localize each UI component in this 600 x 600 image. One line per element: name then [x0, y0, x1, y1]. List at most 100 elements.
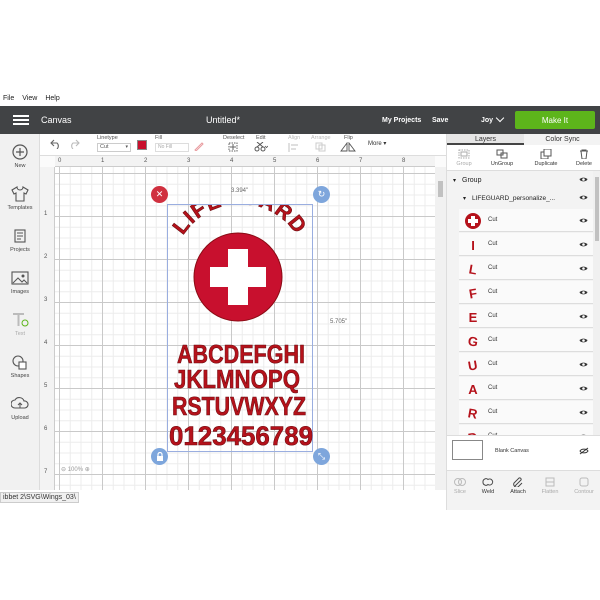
left-sidebar: New Templates Projects Images Text Shape… — [0, 134, 40, 510]
more-button[interactable]: More ▾ — [368, 140, 386, 147]
ruler-tick-label: 1 — [101, 158, 105, 164]
eye-icon[interactable] — [579, 194, 588, 203]
layer-glyph: F — [467, 284, 479, 302]
sidebar-item-images[interactable]: Images — [0, 270, 40, 295]
flatten-button[interactable]: Flatten — [539, 477, 561, 495]
eye-icon[interactable] — [579, 289, 588, 298]
eye-icon[interactable] — [579, 385, 588, 394]
scissors-icon[interactable] — [254, 142, 268, 152]
flip-icon[interactable] — [340, 142, 356, 152]
zoom-control[interactable]: ⊖ 100% ⊕ — [61, 466, 90, 473]
layer-glyph: R — [467, 404, 479, 422]
layer-group-row[interactable]: ▾ Group — [447, 173, 593, 188]
eye-icon[interactable] — [579, 176, 588, 185]
layer-row[interactable]: G Cut — [459, 329, 593, 352]
make-it-button[interactable]: Make It — [515, 111, 595, 129]
layer-thumbnail: D — [464, 428, 482, 435]
layer-thumbnail: I — [464, 236, 482, 254]
design-canvas[interactable]: 0 1 2 3 4 5 6 7 8 1 2 3 4 5 6 7 3.394" 5… — [40, 156, 446, 490]
projects-icon — [14, 229, 26, 243]
menu-view[interactable]: View — [22, 95, 37, 102]
eye-icon[interactable] — [579, 265, 588, 274]
my-projects-link[interactable]: My Projects — [382, 117, 421, 124]
chevron-down-icon[interactable] — [495, 113, 505, 123]
linetype-select[interactable]: Cut ▾ — [97, 143, 131, 152]
undo-icon[interactable] — [50, 139, 62, 149]
machine-selector[interactable]: Joy — [481, 117, 493, 124]
align-icon[interactable] — [288, 143, 300, 152]
tab-color-sync[interactable]: Color Sync — [524, 134, 600, 145]
sidebar-item-text[interactable]: Text — [0, 312, 40, 337]
hidden-eye-icon[interactable] — [579, 447, 589, 457]
layers-scrollbar[interactable] — [593, 171, 600, 435]
eye-icon[interactable] — [579, 409, 588, 418]
canvas-scrollbar[interactable] — [435, 167, 446, 490]
selected-design[interactable]: LIFEGUARD ABCDEFGHI JKLMNOPQ RSTUVWXYZ 0… — [167, 185, 313, 452]
group-button[interactable]: Group — [454, 149, 474, 167]
sidebar-item-templates[interactable]: Templates — [0, 186, 40, 211]
layers-list: ▾ Group ▾ LIFEGUARD_personalize_... Cut I… — [447, 171, 593, 435]
fill-select[interactable]: No Fill — [155, 143, 189, 152]
more-label: More — [368, 141, 382, 147]
sidebar-item-shapes[interactable]: Shapes — [0, 354, 40, 379]
eye-icon[interactable] — [579, 217, 588, 226]
alphabet-line-2: JKLMNOPQ — [174, 364, 300, 394]
layer-row[interactable]: E Cut — [459, 305, 593, 328]
sidebar-item-projects[interactable]: Projects — [0, 228, 40, 253]
sidebar-item-label: Text — [14, 331, 26, 337]
eye-icon[interactable] — [579, 337, 588, 346]
contour-button[interactable]: Contour — [571, 477, 597, 495]
hamburger-menu-icon[interactable] — [13, 115, 29, 125]
layer-row[interactable]: Cut — [459, 209, 593, 232]
bottom-tools: Slice Weld Attach Flatten Contour — [447, 470, 600, 510]
sidebar-item-label: Upload — [11, 415, 29, 421]
save-button[interactable]: Save — [432, 117, 448, 124]
deselect-icon[interactable] — [228, 142, 238, 152]
duplicate-button[interactable]: Duplicate — [531, 148, 561, 167]
fill-value: No Fill — [158, 144, 173, 150]
blank-canvas-row[interactable]: Blank Canvas — [447, 435, 600, 470]
attach-button[interactable]: Attach — [507, 477, 529, 495]
canvas-swatch[interactable] — [452, 440, 483, 460]
layer-row[interactable]: U Cut — [459, 353, 593, 376]
layer-subgroup-row[interactable]: ▾ LIFEGUARD_personalize_... — [457, 191, 593, 206]
layer-thumbnail: R — [464, 404, 482, 422]
redo-icon[interactable] — [68, 139, 80, 149]
menu-help[interactable]: Help — [45, 95, 59, 102]
caret-down-icon[interactable]: ▾ — [453, 177, 456, 184]
sidebar-item-new[interactable]: New — [0, 144, 40, 169]
layer-row[interactable]: DCut — [459, 425, 593, 435]
eye-icon[interactable] — [579, 361, 588, 370]
lock-handle-icon[interactable] — [151, 448, 168, 465]
zoom-level: 100% — [67, 467, 84, 473]
layer-thumbnail: G — [464, 332, 482, 350]
trash-icon — [580, 149, 588, 160]
layer-row[interactable]: R Cut — [459, 401, 593, 424]
ruler-tick-label: 4 — [230, 158, 234, 164]
shapes-icon — [12, 355, 27, 370]
delete-handle-icon[interactable]: ✕ — [151, 186, 168, 203]
arrange-icon[interactable] — [315, 142, 327, 152]
ungroup-button[interactable]: UnGroup — [489, 149, 515, 167]
menu-file[interactable]: File — [3, 95, 14, 102]
sidebar-item-label: New — [14, 163, 26, 169]
resize-handle-icon[interactable]: ⤡ — [313, 448, 330, 465]
slice-button[interactable]: Slice — [451, 477, 469, 495]
group-name: Group — [462, 177, 482, 184]
layer-row[interactable]: F Cut — [459, 281, 593, 304]
layer-row[interactable]: A Cut — [459, 377, 593, 400]
weld-button[interactable]: Weld — [479, 477, 497, 495]
eye-icon[interactable] — [579, 241, 588, 250]
linetype-color-swatch[interactable] — [137, 140, 147, 150]
delete-button[interactable]: Delete — [573, 149, 595, 167]
rotate-handle-icon[interactable]: ↻ — [313, 186, 330, 203]
sidebar-item-upload[interactable]: Upload — [0, 396, 40, 421]
tab-layers[interactable]: Layers — [447, 134, 524, 145]
ruler-tick-label: 0 — [58, 158, 62, 164]
contour-label: Contour — [574, 489, 594, 495]
slice-label: Slice — [454, 489, 466, 495]
layer-row[interactable]: L Cut — [459, 257, 593, 280]
caret-down-icon[interactable]: ▾ — [463, 195, 466, 202]
layer-row[interactable]: I Cut — [459, 233, 593, 256]
eye-icon[interactable] — [579, 313, 588, 322]
